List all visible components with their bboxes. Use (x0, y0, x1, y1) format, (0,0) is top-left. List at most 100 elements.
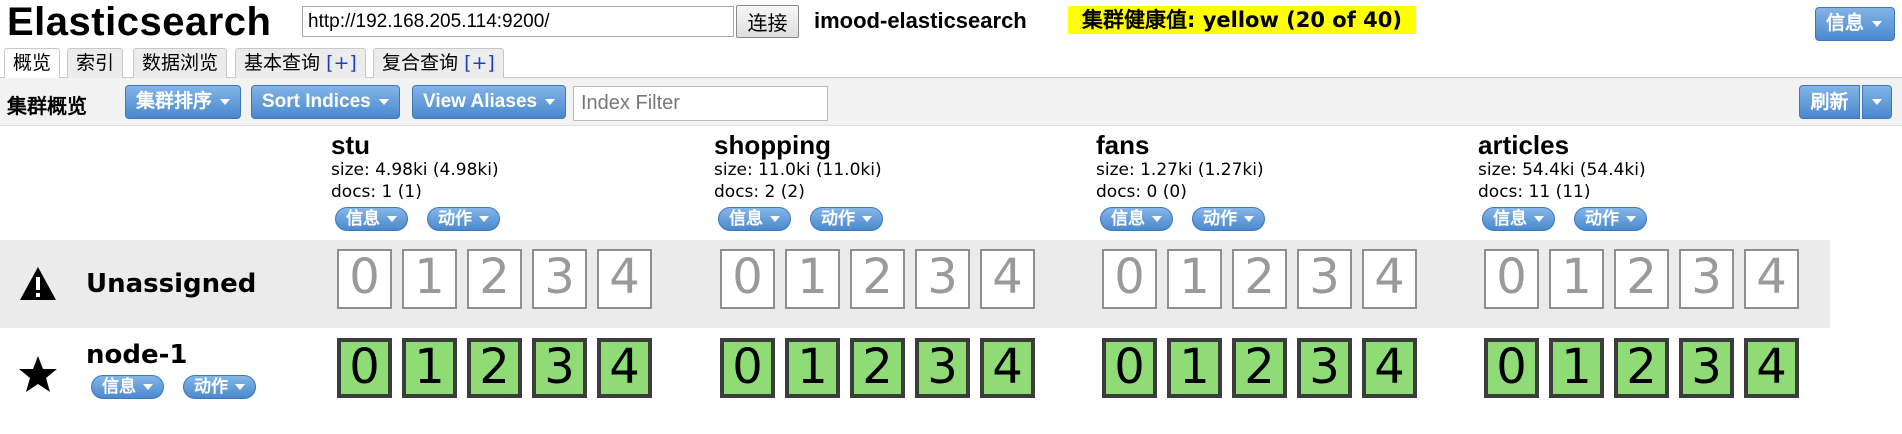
index-header: fans size: 1.27ki (1.27ki) docs: 0 (0) 信… (1096, 131, 1476, 235)
index-action-button[interactable]: 动作 (427, 207, 500, 231)
shard-started[interactable]: 0 (720, 338, 775, 398)
shard-started[interactable]: 1 (402, 338, 457, 398)
shard-unassigned[interactable]: 2 (1614, 249, 1669, 309)
shard-started[interactable]: 2 (1232, 338, 1287, 398)
shard-started[interactable]: 3 (1297, 338, 1352, 398)
shard-started[interactable]: 3 (532, 338, 587, 398)
shard-started[interactable]: 3 (915, 338, 970, 398)
tab-basic-query[interactable]: 基本查询 [+] (235, 48, 366, 78)
shard-unassigned[interactable]: 0 (1484, 249, 1539, 309)
index-size: size: 54.4ki (54.4ki) (1478, 160, 1646, 180)
shard-started[interactable]: 4 (1744, 338, 1799, 398)
index-action-button[interactable]: 动作 (1574, 207, 1647, 231)
shard-unassigned[interactable]: 3 (532, 249, 587, 309)
index-info-button[interactable]: 信息 (1100, 207, 1173, 231)
sort-indices-button[interactable]: Sort Indices (251, 85, 400, 119)
shard-started[interactable]: 0 (1102, 338, 1157, 398)
index-action-button[interactable]: 动作 (810, 207, 883, 231)
shard-started[interactable]: 4 (1362, 338, 1417, 398)
overview-toolbar: 集群概览 集群排序 Sort Indices View Aliases 刷新 (0, 78, 1902, 126)
shard-unassigned[interactable]: 4 (1362, 249, 1417, 309)
add-tab-icon[interactable]: [+] (326, 52, 357, 74)
shard-started[interactable]: 1 (1167, 338, 1222, 398)
tab-label: 概览 (13, 52, 52, 74)
shard-started[interactable]: 0 (337, 338, 392, 398)
shard-started[interactable]: 2 (850, 338, 905, 398)
tab-browser[interactable]: 数据浏览 (133, 48, 228, 78)
shard-unassigned[interactable]: 1 (785, 249, 840, 309)
unassigned-label: Unassigned (86, 269, 257, 299)
info-menu-button[interactable]: 信息 (1815, 7, 1895, 41)
shard-unassigned[interactable]: 0 (1102, 249, 1157, 309)
button-label: Sort Indices (262, 91, 371, 112)
node-info-button[interactable]: 信息 (91, 375, 164, 399)
index-name: fans (1096, 130, 1150, 160)
index-action-button[interactable]: 动作 (1192, 207, 1265, 231)
index-header: shopping size: 11.0ki (11.0ki) docs: 2 (… (714, 131, 1094, 235)
shard-started[interactable]: 4 (597, 338, 652, 398)
refresh-button[interactable]: 刷新 (1799, 85, 1860, 119)
warning-icon (20, 267, 56, 300)
add-tab-icon[interactable]: [+] (464, 52, 495, 74)
shard-unassigned[interactable]: 3 (1679, 249, 1734, 309)
button-label: 信息 (346, 209, 380, 229)
sort-cluster-button[interactable]: 集群排序 (125, 85, 242, 119)
shard-unassigned[interactable]: 1 (402, 249, 457, 309)
button-label: 信息 (1493, 209, 1527, 229)
button-label: 信息 (1111, 209, 1145, 229)
button-label: 动作 (438, 209, 472, 229)
cluster-name: imood-elasticsearch (814, 8, 1027, 33)
shard-unassigned[interactable]: 0 (337, 249, 392, 309)
shard-unassigned[interactable]: 3 (1297, 249, 1352, 309)
shard-unassigned[interactable]: 2 (467, 249, 522, 309)
tab-compound-query[interactable]: 复合查询 [+] (373, 48, 504, 78)
view-aliases-button[interactable]: View Aliases (412, 85, 567, 119)
shard-unassigned[interactable]: 0 (720, 249, 775, 309)
app-header: Elasticsearch 连接 imood-elasticsearch 集群健… (0, 0, 1902, 44)
shard-started[interactable]: 1 (1549, 338, 1604, 398)
shard-started[interactable]: 2 (1614, 338, 1669, 398)
index-size: size: 11.0ki (11.0ki) (714, 160, 882, 180)
index-filter-input[interactable] (573, 86, 828, 121)
shard-started[interactable]: 0 (1484, 338, 1539, 398)
chevron-down-icon (1626, 216, 1636, 222)
tab-indices[interactable]: 索引 (67, 48, 124, 78)
chevron-down-icon (479, 216, 489, 222)
cluster-url-input[interactable] (302, 6, 734, 37)
index-docs: docs: 1 (1) (331, 182, 422, 202)
node-name: node-1 (86, 340, 188, 370)
node-action-button[interactable]: 动作 (183, 375, 256, 399)
shard-unassigned[interactable]: 2 (1232, 249, 1287, 309)
index-info-button[interactable]: 信息 (718, 207, 791, 231)
node-row: node-1 信息 动作 01234012340123401234 (0, 328, 1902, 434)
button-label: 动作 (1585, 209, 1619, 229)
shard-started[interactable]: 4 (980, 338, 1035, 398)
app-title: Elasticsearch (7, 0, 272, 44)
shard-started[interactable]: 2 (467, 338, 522, 398)
info-menu-label: 信息 (1826, 13, 1865, 34)
shard-started[interactable]: 3 (1679, 338, 1734, 398)
button-label: 信息 (729, 209, 763, 229)
shard-started[interactable]: 1 (785, 338, 840, 398)
shard-unassigned[interactable]: 4 (597, 249, 652, 309)
shard-unassigned[interactable]: 1 (1167, 249, 1222, 309)
button-label: View Aliases (423, 91, 538, 112)
refresh-dropdown-button[interactable] (1862, 85, 1892, 119)
button-label: 信息 (102, 377, 136, 397)
index-info-button[interactable]: 信息 (335, 207, 408, 231)
connect-button[interactable]: 连接 (736, 5, 799, 38)
shard-unassigned[interactable]: 2 (850, 249, 905, 309)
shard-unassigned[interactable]: 4 (1744, 249, 1799, 309)
tab-label: 复合查询 (382, 52, 459, 74)
shard-unassigned[interactable]: 1 (1549, 249, 1604, 309)
shard-unassigned[interactable]: 3 (915, 249, 970, 309)
tab-label: 基本查询 (244, 52, 321, 74)
shard-unassigned[interactable]: 4 (980, 249, 1035, 309)
chevron-down-icon (378, 98, 389, 105)
index-docs: docs: 0 (0) (1096, 182, 1187, 202)
index-name: shopping (714, 130, 831, 160)
index-info-button[interactable]: 信息 (1482, 207, 1555, 231)
chevron-down-icon (1244, 216, 1254, 222)
tab-overview[interactable]: 概览 (4, 48, 61, 79)
toolbar-title: 集群概览 (7, 94, 87, 118)
